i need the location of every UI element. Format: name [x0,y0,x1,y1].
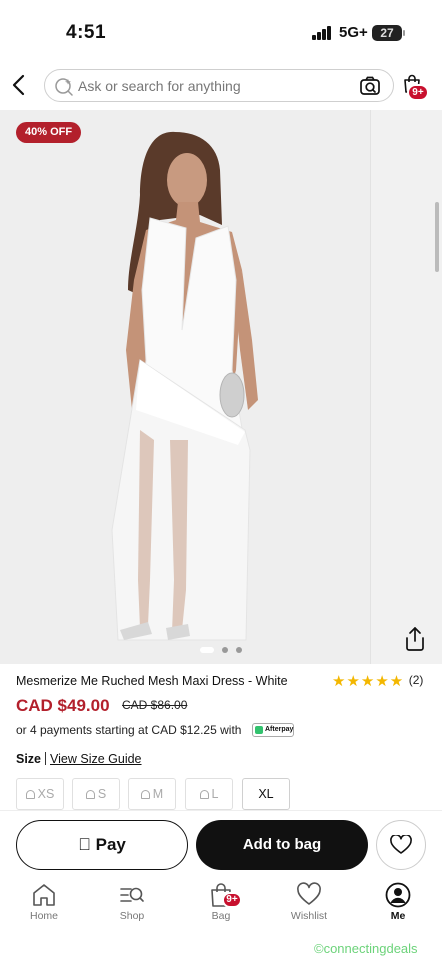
network-type: 5G+ [339,24,368,41]
size-option-xs[interactable]: XS [16,778,64,810]
tab-bag-badge: 9+ [222,892,242,908]
size-guide-link[interactable]: View Size Guide [50,752,142,766]
size-selector: XS S M L XL [16,778,296,810]
size-header: Size View Size Guide [16,752,142,766]
signal-icon [312,26,332,40]
next-image-preview[interactable] [370,110,442,664]
purchase-actions:  Pay Add to bag [0,810,442,880]
afterpay-logo[interactable]: Afterpay [252,723,294,737]
rating-stars-icon: ★★★★★ [332,673,405,690]
camera-search-icon[interactable] [359,75,381,97]
size-option-m[interactable]: M [128,778,176,810]
bag-count-badge: 9+ [407,84,429,101]
size-option-l[interactable]: L [185,778,233,810]
wishlist-button[interactable] [376,820,426,870]
product-rating[interactable]: ★★★★★ (2) [332,672,423,690]
add-to-bag-button[interactable]: Add to bag [196,820,368,870]
share-icon[interactable] [403,626,427,652]
tab-shop[interactable]: Shop [97,880,167,930]
original-price: CAD $86.00 [122,698,188,712]
bag-button[interactable]: 9+ [402,74,429,101]
size-option-s[interactable]: S [72,778,120,810]
product-image-gallery[interactable]: 40% OFF [0,110,442,664]
apple-logo-icon:  [78,835,91,854]
installments-text: or 4 payments starting at CAD $12.25 wit… [16,723,242,737]
size-label: Size [16,752,42,766]
top-bar: Ask or search for anything 9+ [0,62,442,110]
notify-bell-icon [85,790,95,799]
watermark: ©connectingdeals [314,941,418,956]
sparkle-search-icon [55,78,73,96]
heart-icon [390,835,412,854]
notify-bell-icon [140,790,150,799]
rating-count: (2) [408,673,424,687]
status-time: 4:51 [66,22,107,43]
tab-wishlist[interactable]: Wishlist [274,880,344,930]
home-icon [33,884,55,906]
carousel-dots[interactable] [200,646,250,654]
scrollbar[interactable] [435,202,439,272]
shop-search-icon [120,887,144,902]
discount-badge: 40% OFF [16,122,82,143]
back-arrow-icon[interactable] [8,72,30,98]
status-bar: 4:51 5G+ 27 [0,0,442,62]
apple-pay-button[interactable]:  Pay [16,820,188,870]
notify-bell-icon [199,790,209,799]
product-title: Mesmerize Me Ruched Mesh Maxi Dress - Wh… [16,674,288,688]
size-option-xl[interactable]: XL [242,778,290,810]
search-bar[interactable]: Ask or search for anything [44,69,394,102]
user-icon [385,882,411,908]
tab-bag[interactable]: 9+ Bag [186,880,256,930]
sale-price: CAD $49.00 [16,696,110,715]
battery-icon: 27 [372,25,405,41]
tab-home[interactable]: Home [9,880,79,930]
notify-bell-icon [25,790,35,799]
product-photo [0,110,370,664]
heart-icon [297,882,321,905]
tab-me[interactable]: Me [363,880,433,930]
search-placeholder: Ask or search for anything [78,78,241,94]
